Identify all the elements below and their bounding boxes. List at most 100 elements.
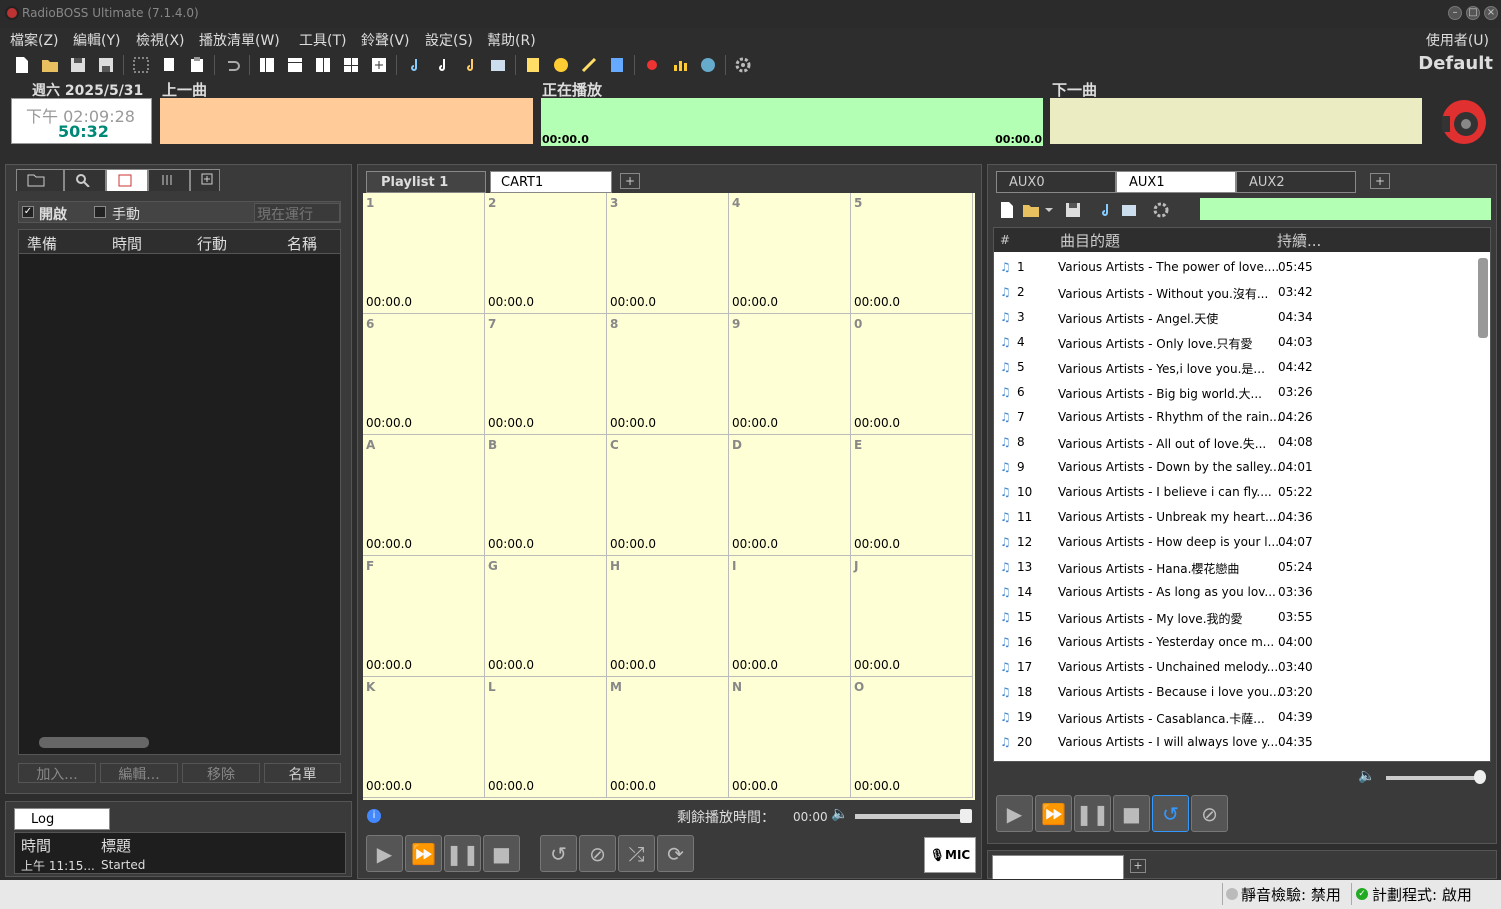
scheduler-icon[interactable] <box>551 55 571 75</box>
cart-slot[interactable]: L 00:00.0 <box>485 677 607 798</box>
cart-slot[interactable]: M 00:00.0 <box>607 677 729 798</box>
cart-slot[interactable]: F 00:00.0 <box>363 556 485 677</box>
chevron-down-icon[interactable] <box>1043 200 1055 220</box>
scheduler-status[interactable]: 計劃程式: 啟用 <box>1372 884 1472 905</box>
save-as-icon[interactable] <box>96 55 116 75</box>
aux-track-list[interactable]: # 曲目的題 持續... ♫ 1 Various Artists - The pow… <box>993 227 1491 762</box>
layout-5-icon[interactable] <box>369 55 389 75</box>
play-button[interactable]: ▶ <box>366 835 403 872</box>
aux-add-url-icon[interactable] <box>1119 200 1139 220</box>
menu-settings[interactable]: 設定(S) <box>425 30 473 50</box>
aux-volume-slider[interactable] <box>1386 776 1482 780</box>
cart-slot[interactable]: D 00:00.0 <box>729 435 851 556</box>
playlist-gen-icon[interactable] <box>607 55 627 75</box>
manual-checkbox[interactable] <box>94 206 106 218</box>
cart-slot[interactable]: K 00:00.0 <box>363 677 485 798</box>
layout-3-icon[interactable] <box>313 55 333 75</box>
open-folder-icon[interactable] <box>40 55 60 75</box>
add-track-icon[interactable] <box>404 55 424 75</box>
scheduler-list[interactable]: 準備 時間 行動 名稱 <box>18 229 341 755</box>
aux-gear-icon[interactable] <box>1151 200 1171 220</box>
record-icon[interactable] <box>642 55 662 75</box>
tab-aux1[interactable]: AUX1 <box>1116 171 1236 193</box>
column-action[interactable]: 行動 <box>197 233 227 254</box>
cart-slot[interactable]: 0 00:00.0 <box>851 314 973 435</box>
edit-button[interactable]: 編輯... <box>100 763 178 783</box>
column-number[interactable]: # <box>1000 233 1010 247</box>
track-row[interactable]: ♫ 20 Various Artists - I will always love … <box>994 729 1474 754</box>
save-icon[interactable] <box>68 55 88 75</box>
cart-slot[interactable]: 1 00:00.0 <box>363 193 485 314</box>
tab-empty[interactable] <box>992 855 1124 879</box>
horizontal-scrollbar[interactable] <box>39 737 149 748</box>
add-bottom-tab-button[interactable]: + <box>1130 859 1146 873</box>
add-folder-track-icon[interactable] <box>460 55 480 75</box>
aux-save-icon[interactable] <box>1063 200 1083 220</box>
track-row[interactable]: ♫ 2 Various Artists - Without you.沒有... 03:… <box>994 279 1474 304</box>
aux-stop-button[interactable]: ■ <box>1113 795 1150 832</box>
track-row[interactable]: ♫ 5 Various Artists - Yes,i love you.是... 0… <box>994 354 1474 379</box>
minimize-button[interactable]: – <box>1448 6 1462 20</box>
cart-slot[interactable]: C 00:00.0 <box>607 435 729 556</box>
silence-detection-status[interactable]: 靜音檢驗: 禁用 <box>1241 884 1341 905</box>
tab-aux0[interactable]: AUX0 <box>996 171 1116 193</box>
track-row[interactable]: ♫ 4 Various Artists - Only love.只有愛 04:03 <box>994 329 1474 354</box>
track-row[interactable]: ♫ 19 Various Artists - Casablanca.卡薩... 04:… <box>994 704 1474 729</box>
paste-icon[interactable] <box>187 55 207 75</box>
track-row[interactable]: ♫ 12 Various Artists - How deep is your l.… <box>994 529 1474 554</box>
menu-help[interactable]: 幫助(R) <box>487 30 536 50</box>
track-row[interactable]: ♫ 18 Various Artists - Because i love you.… <box>994 679 1474 704</box>
menu-playlist[interactable]: 播放清單(W) <box>199 30 280 50</box>
track-row[interactable]: ♫ 7 Various Artists - Rhythm of the rain..… <box>994 404 1474 429</box>
cart-slot[interactable]: H 00:00.0 <box>607 556 729 677</box>
column-title[interactable]: 曲目的題 <box>1060 230 1120 251</box>
layout-1-icon[interactable] <box>257 55 277 75</box>
tab-search[interactable] <box>64 169 106 191</box>
tab-add[interactable] <box>190 169 220 191</box>
fast-forward-button[interactable]: ⏩ <box>405 835 442 872</box>
cart-slot[interactable]: B 00:00.0 <box>485 435 607 556</box>
cart-slot[interactable]: 9 00:00.0 <box>729 314 851 435</box>
track-row[interactable]: ♫ 3 Various Artists - Angel.天使 04:34 <box>994 304 1474 329</box>
new-file-icon[interactable] <box>12 55 32 75</box>
column-name[interactable]: 名稱 <box>287 233 317 254</box>
track-row[interactable]: ♫ 10 Various Artists - I believe i can fly… <box>994 479 1474 504</box>
aux-pause-button[interactable]: ❚❚ <box>1074 795 1111 832</box>
copy-icon[interactable] <box>159 55 179 75</box>
cart-slot[interactable]: 6 00:00.0 <box>363 314 485 435</box>
aux-disable-button[interactable]: ⊘ <box>1191 795 1228 832</box>
column-ready[interactable]: 準備 <box>27 233 57 254</box>
now-playing-panel[interactable]: 00:00.0 00:00.0 <box>541 98 1043 146</box>
tab-files[interactable] <box>16 169 64 191</box>
mic-button[interactable]: 🎙MIC <box>924 837 976 873</box>
column-duration[interactable]: 持續... <box>1277 230 1321 251</box>
menu-file[interactable]: 檔案(Z) <box>10 30 59 50</box>
gear-icon[interactable] <box>733 55 753 75</box>
cart-slot[interactable]: 4 00:00.0 <box>729 193 851 314</box>
cart-slot[interactable]: N 00:00.0 <box>729 677 851 798</box>
menu-view[interactable]: 檢視(X) <box>136 30 185 50</box>
cart-slot[interactable]: 3 00:00.0 <box>607 193 729 314</box>
track-row[interactable]: ♫ 1 Various Artists - The power of love...… <box>994 254 1474 279</box>
track-row[interactable]: ♫ 14 Various Artists - As long as you lov.… <box>994 579 1474 604</box>
repeat-button[interactable]: ⟳ <box>657 835 694 872</box>
menu-edit[interactable]: 編輯(Y) <box>73 30 120 50</box>
volume-slider[interactable] <box>855 814 971 819</box>
undo-icon[interactable] <box>222 55 242 75</box>
aux-volume-thumb[interactable] <box>1474 770 1486 784</box>
tab-cart1[interactable]: CART1 <box>490 171 612 193</box>
track-row[interactable]: ♫ 15 Various Artists - My love.我的愛 03:55 <box>994 604 1474 629</box>
add-url-icon[interactable] <box>488 55 508 75</box>
aux-add-track-icon[interactable] <box>1095 200 1115 220</box>
broadcast-icon[interactable] <box>579 55 599 75</box>
cart-slot[interactable]: G 00:00.0 <box>485 556 607 677</box>
aux-open-icon[interactable] <box>1021 200 1041 220</box>
tab-mixer[interactable] <box>148 169 190 191</box>
loop-button[interactable]: ↺ <box>540 835 577 872</box>
track-row[interactable]: ♫ 16 Various Artists - Yesterday once m...… <box>994 629 1474 654</box>
cart-slot[interactable]: J 00:00.0 <box>851 556 973 677</box>
stats-icon[interactable] <box>670 55 690 75</box>
aux-loop-button[interactable]: ↺ <box>1152 795 1189 832</box>
pause-button[interactable]: ❚❚ <box>444 835 481 872</box>
tab-scheduler[interactable] <box>106 169 148 191</box>
